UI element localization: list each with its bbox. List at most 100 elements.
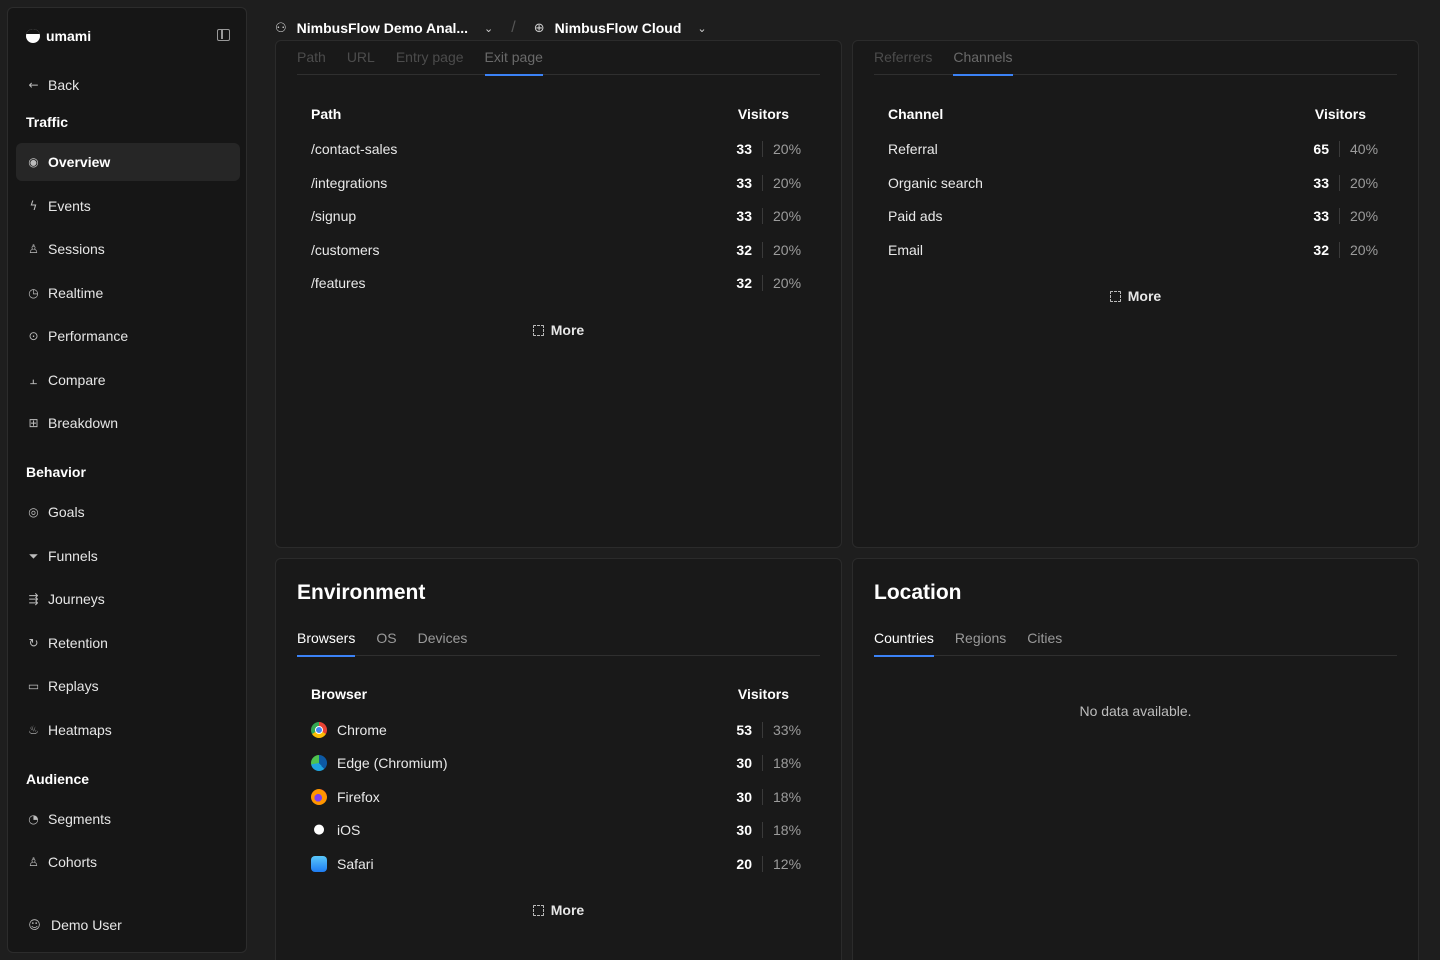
- row-percent: 33%: [773, 722, 802, 738]
- tab-cities[interactable]: Cities: [1027, 622, 1062, 656]
- row-percent: 18%: [773, 822, 802, 838]
- sidebar-item-segments[interactable]: ◔ Segments: [16, 800, 240, 838]
- expand-icon: [532, 325, 544, 336]
- tab-exit-page[interactable]: Exit page: [484, 41, 544, 76]
- table-row[interactable]: ● iOS 30 18%: [311, 818, 805, 842]
- row-percent: 20%: [1350, 175, 1379, 191]
- expand-icon: [532, 905, 544, 916]
- sidebar-item-cohorts[interactable]: ♙ Cohorts: [16, 843, 240, 881]
- row-label: /integrations: [311, 175, 388, 191]
- tab-referrers[interactable]: Referrers: [874, 41, 932, 75]
- row-percent: 20%: [773, 175, 802, 191]
- card-title: Environment: [297, 581, 426, 604]
- grid-icon: ⊞: [28, 416, 39, 430]
- row-label: Paid ads: [888, 208, 943, 224]
- table-row[interactable]: /customers 32 20%: [311, 238, 805, 262]
- row-label: /features: [311, 275, 366, 291]
- sidebar-item-goals[interactable]: ◎ Goals: [16, 493, 240, 531]
- table-row[interactable]: /contact-sales 33 20%: [311, 137, 805, 161]
- table-row[interactable]: /features 32 20%: [311, 271, 805, 295]
- more-button[interactable]: More: [853, 288, 1418, 304]
- column-browser: Browser: [311, 686, 368, 702]
- table-header: Path Visitors: [311, 106, 789, 122]
- sidebar-item-performance[interactable]: ⊙ Performance: [16, 317, 240, 355]
- table-row[interactable]: /signup 33 20%: [311, 204, 805, 228]
- section-behavior: Behavior: [26, 464, 86, 480]
- row-count: 33: [1299, 175, 1340, 191]
- sidebar-item-retention[interactable]: ↻ Retention: [16, 624, 240, 662]
- sidebar-item-label: Journeys: [48, 591, 105, 607]
- sidebar-item-funnels[interactable]: ⏷ Funnels: [16, 537, 240, 575]
- tab-countries[interactable]: Countries: [874, 622, 934, 657]
- team-selector[interactable]: NimbusFlow Demo Anal...: [297, 20, 468, 36]
- tab-browsers[interactable]: Browsers: [297, 622, 356, 657]
- tab-os[interactable]: OS: [376, 622, 396, 656]
- row-percent: 12%: [773, 856, 802, 872]
- row-count: 33: [722, 208, 763, 224]
- row-percent: 20%: [773, 141, 802, 157]
- brand[interactable]: umami: [26, 28, 91, 44]
- team-icon: ⚇: [275, 20, 287, 36]
- row-percent: 20%: [773, 208, 802, 224]
- pages-tabs: Path URL Entry page Exit page: [297, 41, 820, 76]
- user-icon: ♙: [28, 242, 39, 256]
- row-label: Referral: [888, 141, 938, 157]
- sidebar-item-realtime[interactable]: ◷ Realtime: [16, 274, 240, 312]
- row-count: 30: [722, 789, 763, 805]
- sidebar-item-replays[interactable]: ▭ Replays: [16, 667, 240, 705]
- row-label: Firefox: [337, 789, 380, 805]
- row-percent: 20%: [1350, 208, 1379, 224]
- sidebar-item-journeys[interactable]: ⇶ Journeys: [16, 580, 240, 618]
- collapse-sidebar-icon[interactable]: [217, 29, 230, 41]
- more-button[interactable]: More: [276, 902, 841, 918]
- row-label: Organic search: [888, 175, 983, 191]
- table-row[interactable]: Organic search 33 20%: [888, 171, 1382, 195]
- table-row[interactable]: Chrome 53 33%: [311, 718, 805, 742]
- sources-tabs: Referrers Channels: [874, 41, 1397, 76]
- row-count: 32: [1299, 242, 1340, 258]
- table-row[interactable]: Safari 20 12%: [311, 852, 805, 876]
- table-header: Browser Visitors: [311, 686, 789, 702]
- tab-entry-page[interactable]: Entry page: [396, 41, 464, 75]
- column-path: Path: [311, 106, 342, 122]
- sidebar-item-heatmaps[interactable]: ♨ Heatmaps: [16, 711, 240, 749]
- funnel-icon: ⏷: [28, 548, 39, 563]
- tab-url[interactable]: URL: [347, 41, 375, 75]
- table-row[interactable]: Edge (Chromium) 30 18%: [311, 751, 805, 775]
- row-label: Email: [888, 242, 924, 258]
- more-button[interactable]: More: [276, 322, 841, 338]
- location-card: Location Countries Regions Cities No dat…: [852, 558, 1419, 960]
- row-count: 20: [722, 856, 763, 872]
- sidebar-item-breakdown[interactable]: ⊞ Breakdown: [16, 404, 240, 442]
- table-row[interactable]: Firefox 30 18%: [311, 785, 805, 809]
- sidebar-item-compare[interactable]: ⫠ Compare: [16, 361, 240, 399]
- flame-icon: ♨: [28, 723, 39, 737]
- environment-tabs: Browsers OS Devices: [297, 622, 820, 657]
- website-selector[interactable]: NimbusFlow Cloud: [555, 20, 682, 36]
- compare-chart-icon: ⫠: [29, 372, 38, 387]
- tab-devices[interactable]: Devices: [418, 622, 468, 656]
- row-count: 32: [722, 275, 763, 291]
- chevron-down-icon[interactable]: ⌄: [697, 22, 706, 35]
- table-row[interactable]: Referral 65 40%: [888, 137, 1382, 161]
- back-link[interactable]: ← Back: [16, 66, 240, 104]
- sidebar-item-label: Replays: [48, 678, 99, 694]
- tab-regions[interactable]: Regions: [955, 622, 1006, 656]
- sidebar-item-events[interactable]: ϟ Events: [16, 187, 240, 225]
- table-row[interactable]: /integrations 33 20%: [311, 171, 805, 195]
- sidebar-item-sessions[interactable]: ♙ Sessions: [16, 230, 240, 268]
- row-percent: 40%: [1350, 141, 1379, 157]
- row-count: 53: [722, 722, 763, 738]
- more-label: More: [550, 902, 585, 918]
- table-row[interactable]: Email 32 20%: [888, 238, 1382, 262]
- chevron-down-icon[interactable]: ⌄: [484, 22, 493, 35]
- sidebar-item-overview[interactable]: ◉ Overview: [16, 143, 240, 181]
- table-row[interactable]: Paid ads 33 20%: [888, 204, 1382, 228]
- tab-channels[interactable]: Channels: [953, 41, 1013, 76]
- firefox-icon: [311, 789, 327, 805]
- clock-icon: ◷: [28, 286, 39, 300]
- back-label: Back: [48, 77, 80, 93]
- tab-path[interactable]: Path: [297, 41, 326, 75]
- gauge-icon: ⊙: [28, 329, 39, 343]
- user-menu[interactable]: ☺ Demo User: [16, 906, 240, 944]
